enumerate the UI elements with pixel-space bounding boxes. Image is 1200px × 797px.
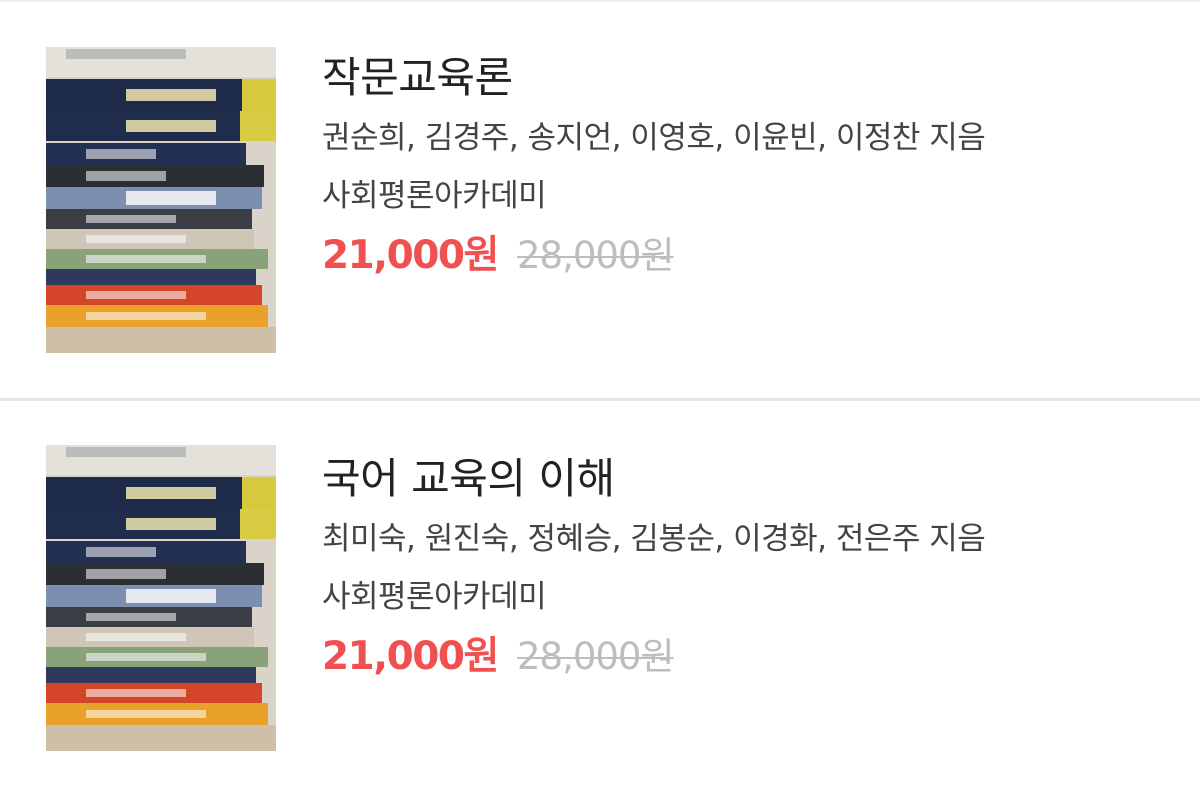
book-authors: 권순희, 김경주, 송지언, 이영호, 이윤빈, 이정찬 지음 — [322, 120, 986, 156]
book-title[interactable]: 국어 교육의 이해 — [322, 451, 1182, 507]
book-list: 작문교육론 권순희, 김경주, 송지언, 이영호, 이윤빈, 이정찬 지음 사회… — [0, 2, 1200, 797]
original-price: 28,000원 — [516, 635, 675, 678]
price-row: 21,000원 28,000원 — [322, 228, 1182, 284]
book-authors: 최미숙, 원진숙, 정혜승, 김봉순, 이경화, 전은주 지음 — [322, 521, 986, 557]
book-info: 국어 교육의 이해 최미숙, 원진숙, 정혜승, 김봉순, 이경화, 전은주 지… — [322, 451, 1182, 685]
book-publisher: 사회평론아카데미 — [322, 579, 547, 615]
price-row: 21,000원 28,000원 — [322, 629, 1182, 685]
book-publisher: 사회평론아카데미 — [322, 178, 547, 214]
book-item[interactable]: 작문교육론 권순희, 김경주, 송지언, 이영호, 이윤빈, 이정찬 지음 사회… — [0, 2, 1200, 398]
book-title[interactable]: 작문교육론 — [322, 50, 1182, 106]
book-info: 작문교육론 권순희, 김경주, 송지언, 이영호, 이윤빈, 이정찬 지음 사회… — [322, 50, 1182, 284]
book-thumbnail — [46, 445, 276, 751]
original-price: 28,000원 — [516, 234, 675, 277]
sale-price: 21,000원 — [322, 233, 499, 278]
book-thumbnail — [46, 47, 276, 353]
sale-price: 21,000원 — [322, 634, 499, 679]
book-item[interactable]: 국어 교육의 이해 최미숙, 원진숙, 정혜승, 김봉순, 이경화, 전은주 지… — [0, 398, 1200, 797]
